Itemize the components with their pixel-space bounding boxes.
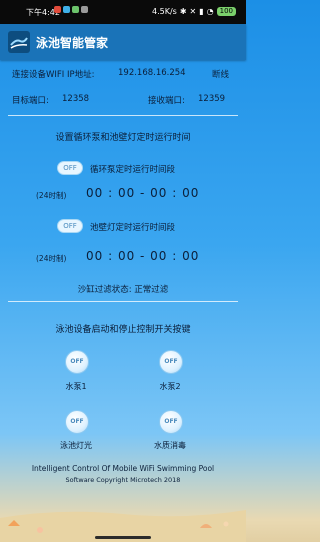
- pump-timer-label: 循环泵定时运行时间段: [90, 165, 176, 175]
- pump-timer-toggle[interactable]: OFF: [57, 161, 83, 175]
- more-icon: [81, 6, 88, 13]
- navigation-bar: [0, 532, 246, 542]
- bluetooth-icon: ✱: [179, 7, 187, 16]
- signal-icon: ▮: [199, 7, 204, 16]
- home-indicator[interactable]: [95, 536, 151, 539]
- divider: [8, 115, 238, 116]
- wifi-icon: ◔: [206, 7, 214, 16]
- app-notification-icon: [63, 6, 70, 13]
- status-right: 4.5K/s ✱ ✕ ▮ ◔ 100: [152, 7, 236, 16]
- disinfection-switch-button[interactable]: OFF: [159, 410, 183, 434]
- pump2-switch-button[interactable]: OFF: [159, 350, 183, 374]
- pump1-label: 水泵1: [65, 382, 87, 391]
- network-speed: 4.5K/s: [151, 7, 177, 16]
- pump-clock-label: (24时制): [36, 191, 67, 200]
- divider: [8, 301, 238, 302]
- light-timer-label: 池壁灯定时运行时间段: [90, 223, 176, 233]
- pump2-label: 水泵2: [159, 382, 181, 391]
- pool-light-switch-button[interactable]: OFF: [65, 410, 89, 434]
- filter-status: 沙缸过滤状态: 正常过滤: [77, 285, 169, 295]
- footer-title: Intelligent Control Of Mobile WiFi Swimm…: [31, 464, 215, 473]
- app-notification-icon: [54, 6, 61, 13]
- control-section-title: 泳池设备启动和停止控制开关按键: [55, 325, 191, 335]
- target-port-label: 目标端口:: [12, 96, 49, 106]
- pump-time-range[interactable]: 00 : 00 - 00 : 00: [86, 186, 199, 200]
- pump1-switch-button[interactable]: OFF: [65, 350, 89, 374]
- mute-icon: ✕: [189, 7, 197, 16]
- app-title: 泳池智能管家: [36, 36, 109, 50]
- wifi-ip-value: 192.168.16.254: [118, 68, 186, 78]
- app-notification-icon: [72, 6, 79, 13]
- pool-light-label: 泳池灯光: [60, 441, 92, 450]
- light-time-range[interactable]: 00 : 00 - 00 : 00: [86, 249, 199, 263]
- notification-icons: [54, 6, 88, 13]
- recv-port-value[interactable]: 12359: [198, 94, 225, 104]
- app-bar: 泳池智能管家: [0, 24, 246, 60]
- light-clock-label: (24时制): [36, 254, 67, 263]
- footer-copyright: Software Copyright Microtech 2018: [65, 476, 181, 484]
- battery-icon: 100: [216, 7, 236, 16]
- light-timer-toggle[interactable]: OFF: [57, 219, 83, 233]
- wifi-ip-label: 连接设备WIFI IP地址:: [12, 70, 95, 80]
- timer-section-title: 设置循环泵和池壁灯定时运行时间: [55, 133, 191, 143]
- disinfection-label: 水质消毒: [154, 441, 186, 450]
- app-logo-icon: [8, 31, 30, 53]
- connection-state[interactable]: 断线: [212, 68, 229, 80]
- recv-port-label: 接收端口:: [148, 96, 185, 106]
- status-bar: 下午4:42 4.5K/s ✱ ✕ ▮ ◔ 100: [0, 0, 246, 24]
- target-port-value[interactable]: 12358: [62, 94, 89, 104]
